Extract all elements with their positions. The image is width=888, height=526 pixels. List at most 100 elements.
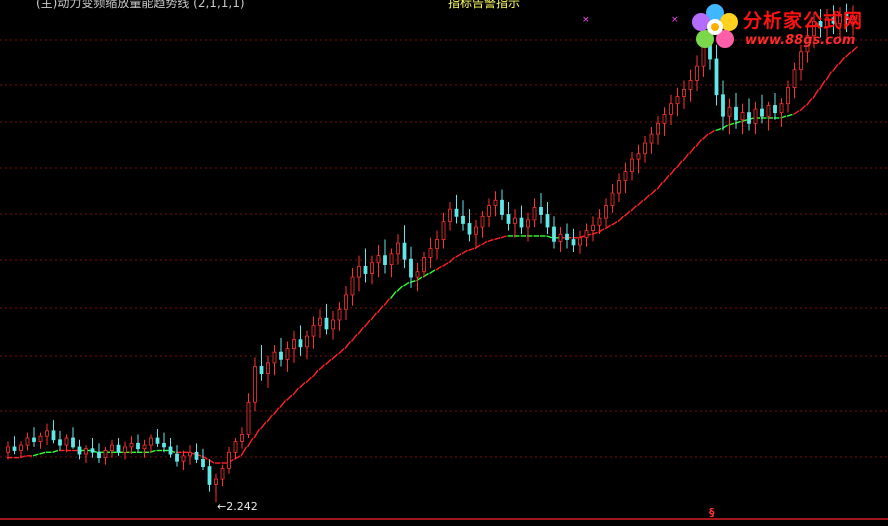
candle-body [227, 451, 231, 469]
candle [448, 202, 452, 231]
trend-segment [669, 167, 677, 176]
candle-body [669, 103, 673, 115]
trend-segment [286, 394, 293, 401]
candle-body [623, 171, 628, 181]
candle-body [136, 442, 140, 450]
candle-body [38, 435, 43, 442]
candle [240, 427, 244, 449]
candle-body [402, 242, 407, 260]
trend-segment [799, 104, 806, 112]
candle-body [487, 205, 491, 217]
trend-segment [331, 353, 338, 360]
trend-segment [481, 240, 488, 246]
candle [519, 205, 524, 235]
candle [474, 219, 478, 249]
candle-body [617, 180, 621, 194]
candle [779, 98, 784, 127]
candle [259, 345, 264, 381]
trend-segment [695, 139, 703, 148]
candle [149, 434, 153, 453]
candle-body [409, 258, 413, 278]
candle [77, 439, 82, 460]
candle-body [259, 366, 264, 375]
candle-body [662, 114, 667, 124]
candle [441, 212, 446, 249]
candle [58, 430, 62, 451]
candle [740, 103, 745, 135]
trend-segment [376, 305, 384, 314]
candle [220, 464, 225, 487]
candle-body [58, 439, 62, 446]
indicator-title: (主)动力变频缩放量能趋势线 (2,1,1,1) [36, 0, 245, 10]
candle-body [539, 206, 543, 215]
candle-body [500, 199, 504, 215]
candle [766, 101, 771, 131]
candle-body [591, 224, 595, 232]
candle-body [675, 96, 680, 105]
candle-body [747, 112, 751, 124]
candle-body [422, 257, 426, 273]
candle [181, 450, 186, 471]
trend-segment [793, 110, 800, 115]
candle-layer [6, 3, 855, 503]
trend-segment [442, 262, 449, 267]
candle-body [337, 308, 342, 321]
candle [415, 262, 420, 292]
watermark-title: 分析家公式网 [743, 10, 864, 32]
candle [116, 437, 121, 456]
candle [513, 209, 517, 238]
trend-segment [325, 358, 332, 366]
candle [84, 445, 88, 464]
candle-body [760, 108, 764, 117]
trend-segment [617, 215, 624, 223]
candle-body [753, 108, 758, 124]
candle-body [636, 153, 641, 160]
candle-body [799, 51, 803, 71]
candle-body [129, 442, 134, 448]
candle [285, 341, 290, 372]
candle-body [253, 366, 257, 403]
candle [649, 126, 654, 154]
candle [610, 184, 615, 213]
candle-body [474, 226, 478, 235]
trend-segment [311, 369, 319, 378]
candle-body [45, 430, 49, 437]
candle [350, 268, 355, 306]
candle [669, 94, 673, 126]
candle [253, 357, 257, 412]
candle-body [71, 437, 75, 448]
candle-body [181, 455, 186, 462]
trend-segment [279, 400, 287, 409]
candle-body [727, 106, 732, 117]
trend-segment [688, 146, 696, 155]
trend-segment [266, 414, 274, 423]
candle-body [298, 339, 303, 348]
candle-body [786, 87, 790, 105]
candle [545, 202, 550, 235]
candle [552, 216, 556, 249]
candle-body [318, 317, 322, 326]
candle [422, 252, 426, 278]
candle [175, 445, 179, 467]
watermark-url: www.88gs.com [745, 33, 856, 48]
min-price-label: ←2.242 [217, 500, 258, 513]
candle [214, 473, 218, 503]
trend-segment [500, 235, 507, 239]
trend-segment [825, 71, 833, 81]
trend-segment [357, 326, 365, 335]
candle-body [552, 226, 556, 242]
candle-body [344, 294, 348, 310]
candle-body [604, 205, 608, 219]
candle [383, 239, 387, 274]
candle-body [467, 223, 472, 235]
candle [110, 439, 114, 458]
candle [357, 255, 361, 292]
candle [656, 116, 660, 145]
candle-body [279, 351, 283, 360]
candle [773, 92, 777, 120]
chart-area: (主)动力变频缩放量能趋势线 (2,1,1,1) 指标告警指示 × × 分析家公… [0, 0, 888, 522]
candle [623, 162, 628, 194]
candle-body [480, 215, 485, 228]
candle [435, 230, 439, 260]
candle-body [363, 265, 368, 274]
